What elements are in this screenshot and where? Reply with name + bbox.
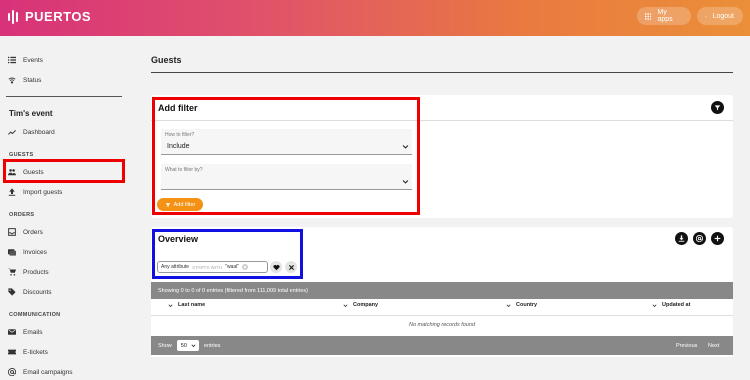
next-page-link[interactable]: Next bbox=[708, 343, 719, 349]
sidebar-item-label: Status bbox=[23, 76, 42, 84]
column-header-last-name[interactable]: Last name bbox=[168, 302, 205, 308]
inbox-icon bbox=[8, 228, 16, 236]
sidebar-item-etickets[interactable]: E-tickets bbox=[8, 345, 48, 359]
at-icon bbox=[8, 368, 16, 376]
sidebar-item-emails[interactable]: Emails bbox=[8, 325, 43, 339]
sidebar-divider bbox=[6, 96, 122, 97]
top-bar: PUERTOS My apps Logout bbox=[0, 0, 750, 36]
table-info-bar: Showing 0 to 0 of 0 entries (filtered fr… bbox=[151, 282, 733, 299]
mention-button[interactable] bbox=[693, 232, 706, 245]
ticket-icon bbox=[8, 349, 16, 355]
highlight-add-filter bbox=[152, 97, 420, 215]
download-icon bbox=[678, 235, 685, 242]
sidebar-item-label: Invoices bbox=[23, 248, 47, 256]
sidebar-item-label: Dashboard bbox=[23, 128, 55, 136]
sidebar-item-status[interactable]: Status bbox=[8, 73, 41, 87]
mail-icon bbox=[8, 329, 16, 335]
column-header-label: Company bbox=[353, 302, 379, 308]
show-label: Show bbox=[158, 342, 172, 349]
column-header-country[interactable]: Country bbox=[506, 302, 537, 308]
brand-name: PUERTOS bbox=[25, 9, 92, 24]
sidebar-item-label: Orders bbox=[23, 228, 43, 236]
column-header-label: Country bbox=[516, 302, 538, 308]
previous-page-link[interactable]: Previous bbox=[676, 343, 697, 349]
tag-icon bbox=[8, 288, 16, 296]
sidebar-item-label: Email campaigns bbox=[23, 368, 73, 376]
event-name: Tim's event bbox=[9, 109, 53, 118]
list-icon bbox=[8, 56, 16, 64]
sidebar-item-email-campaigns[interactable]: Email campaigns bbox=[8, 365, 73, 379]
column-header-company[interactable]: Company bbox=[343, 302, 378, 308]
table-info-text: Showing 0 to 0 of 0 entries (filtered fr… bbox=[158, 287, 308, 294]
table-footer-bar: Show 50 entries Previous Next bbox=[151, 336, 733, 355]
sidebar-item-import-guests[interactable]: Import guests bbox=[8, 185, 62, 199]
sort-icon bbox=[343, 303, 348, 307]
section-heading-orders: ORDERS bbox=[9, 212, 35, 218]
column-header-updated-at[interactable]: Updated at bbox=[652, 302, 690, 308]
sidebar-item-label: Discounts bbox=[23, 288, 52, 296]
logo-icon bbox=[8, 9, 18, 24]
highlight-overview bbox=[152, 229, 303, 279]
chevron-down-icon bbox=[191, 344, 196, 348]
page-size-value: 50 bbox=[180, 342, 187, 349]
logout-label: Logout bbox=[712, 12, 734, 20]
empty-table-message: No matching records found bbox=[408, 322, 476, 328]
column-header-label: Last name bbox=[178, 302, 206, 308]
sidebar-item-invoices[interactable]: Invoices bbox=[8, 245, 47, 259]
sidebar-item-label: E-tickets bbox=[23, 348, 48, 356]
sidebar-item-events[interactable]: Events bbox=[8, 53, 43, 67]
page-title: Guests bbox=[151, 55, 182, 65]
title-underline bbox=[151, 72, 733, 73]
entries-label: entries bbox=[203, 342, 221, 349]
add-guest-button[interactable] bbox=[711, 232, 724, 245]
sidebar-item-products[interactable]: Products bbox=[8, 265, 49, 279]
sidebar-item-orders[interactable]: Orders bbox=[8, 225, 43, 239]
trending-icon bbox=[8, 130, 16, 135]
sidebar-item-dashboard[interactable]: Dashboard bbox=[8, 125, 55, 139]
wifi-icon bbox=[8, 77, 16, 84]
page-size-select[interactable]: 50 bbox=[176, 340, 199, 351]
sort-icon bbox=[168, 303, 173, 307]
my-apps-label: My apps bbox=[657, 9, 673, 23]
sort-icon bbox=[652, 303, 657, 307]
plus-icon bbox=[714, 235, 721, 242]
highlight-guests-nav bbox=[3, 159, 125, 183]
filter-icon bbox=[714, 105, 721, 111]
sidebar-item-label: Products bbox=[23, 268, 49, 276]
app-logo[interactable]: PUERTOS bbox=[8, 9, 91, 24]
upload-icon bbox=[8, 188, 16, 196]
column-header-label: Updated at bbox=[662, 302, 691, 308]
sidebar-item-label: Import guests bbox=[23, 188, 63, 196]
sidebar-item-discounts[interactable]: Discounts bbox=[8, 285, 52, 299]
logout-button[interactable]: Logout bbox=[697, 7, 743, 25]
download-button[interactable] bbox=[675, 232, 688, 245]
my-apps-button[interactable]: My apps bbox=[637, 7, 691, 25]
section-heading-guests: GUESTS bbox=[9, 152, 34, 158]
at-icon bbox=[696, 235, 703, 242]
sort-icon bbox=[506, 303, 511, 307]
section-heading-communication: COMMUNICATION bbox=[9, 312, 61, 318]
cart-icon bbox=[8, 268, 16, 276]
logout-icon bbox=[705, 15, 707, 17]
filter-toggle-button[interactable] bbox=[711, 101, 724, 114]
sidebar-item-label: Events bbox=[23, 56, 43, 64]
invoice-icon bbox=[8, 249, 16, 256]
sidebar-item-label: Emails bbox=[23, 328, 43, 336]
table-header-divider bbox=[151, 315, 733, 316]
grid-icon bbox=[645, 12, 652, 20]
